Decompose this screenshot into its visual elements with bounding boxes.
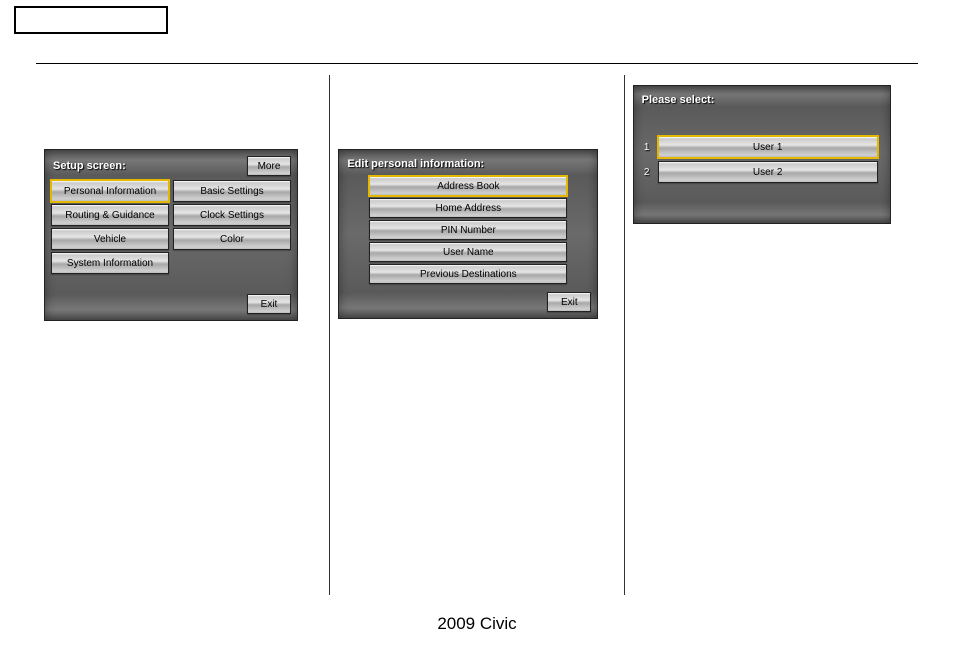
epi-item-address-book[interactable]: Address Book <box>369 176 567 196</box>
column-3: Please select: 1 User 1 2 User 2 <box>624 75 918 595</box>
epi-list: Address Book Home Address PIN Number Use… <box>345 176 591 284</box>
setup-item-system-information[interactable]: System Information <box>51 252 169 274</box>
ps-item-user-1[interactable]: User 1 <box>658 136 878 158</box>
columns: Setup screen: More Personal Information … <box>36 75 918 595</box>
ps-num-1: 1 <box>642 142 652 153</box>
edit-personal-info-panel: Edit personal information: Address Book … <box>338 149 598 319</box>
please-select-panel: Please select: 1 User 1 2 User 2 <box>633 85 891 224</box>
setup-panel: Setup screen: More Personal Information … <box>44 149 298 321</box>
ps-row-1: 1 User 1 <box>642 136 878 158</box>
more-button[interactable]: More <box>247 156 291 176</box>
setup-grid: Personal Information Basic Settings Rout… <box>51 180 291 274</box>
ps-row-2: 2 User 2 <box>642 161 878 183</box>
setup-item-clock-settings[interactable]: Clock Settings <box>173 204 291 226</box>
setup-footer: Exit <box>51 294 291 314</box>
ps-num-2: 2 <box>642 167 652 178</box>
setup-item-basic-settings[interactable]: Basic Settings <box>173 180 291 202</box>
top-empty-box <box>14 6 168 34</box>
setup-exit-button[interactable]: Exit <box>247 294 291 314</box>
epi-footer: Exit <box>345 292 591 312</box>
column-1: Setup screen: More Personal Information … <box>36 75 329 595</box>
footer-text: 2009 Civic <box>0 614 954 634</box>
ps-title: Please select: <box>642 94 884 106</box>
ps-body: 1 User 1 2 User 2 <box>640 136 884 183</box>
epi-exit-button[interactable]: Exit <box>547 292 591 312</box>
setup-item-personal-information[interactable]: Personal Information <box>51 180 169 202</box>
epi-title: Edit personal information: <box>347 158 591 170</box>
setup-item-vehicle[interactable]: Vehicle <box>51 228 169 250</box>
setup-header: Setup screen: More <box>51 156 291 176</box>
epi-item-previous-destinations[interactable]: Previous Destinations <box>369 264 567 284</box>
column-2: Edit personal information: Address Book … <box>329 75 623 595</box>
epi-item-user-name[interactable]: User Name <box>369 242 567 262</box>
setup-title: Setup screen: <box>53 160 126 172</box>
horizontal-rule <box>36 63 918 64</box>
epi-item-home-address[interactable]: Home Address <box>369 198 567 218</box>
ps-item-user-2[interactable]: User 2 <box>658 161 878 183</box>
setup-item-routing-guidance[interactable]: Routing & Guidance <box>51 204 169 226</box>
setup-item-color[interactable]: Color <box>173 228 291 250</box>
epi-item-pin-number[interactable]: PIN Number <box>369 220 567 240</box>
